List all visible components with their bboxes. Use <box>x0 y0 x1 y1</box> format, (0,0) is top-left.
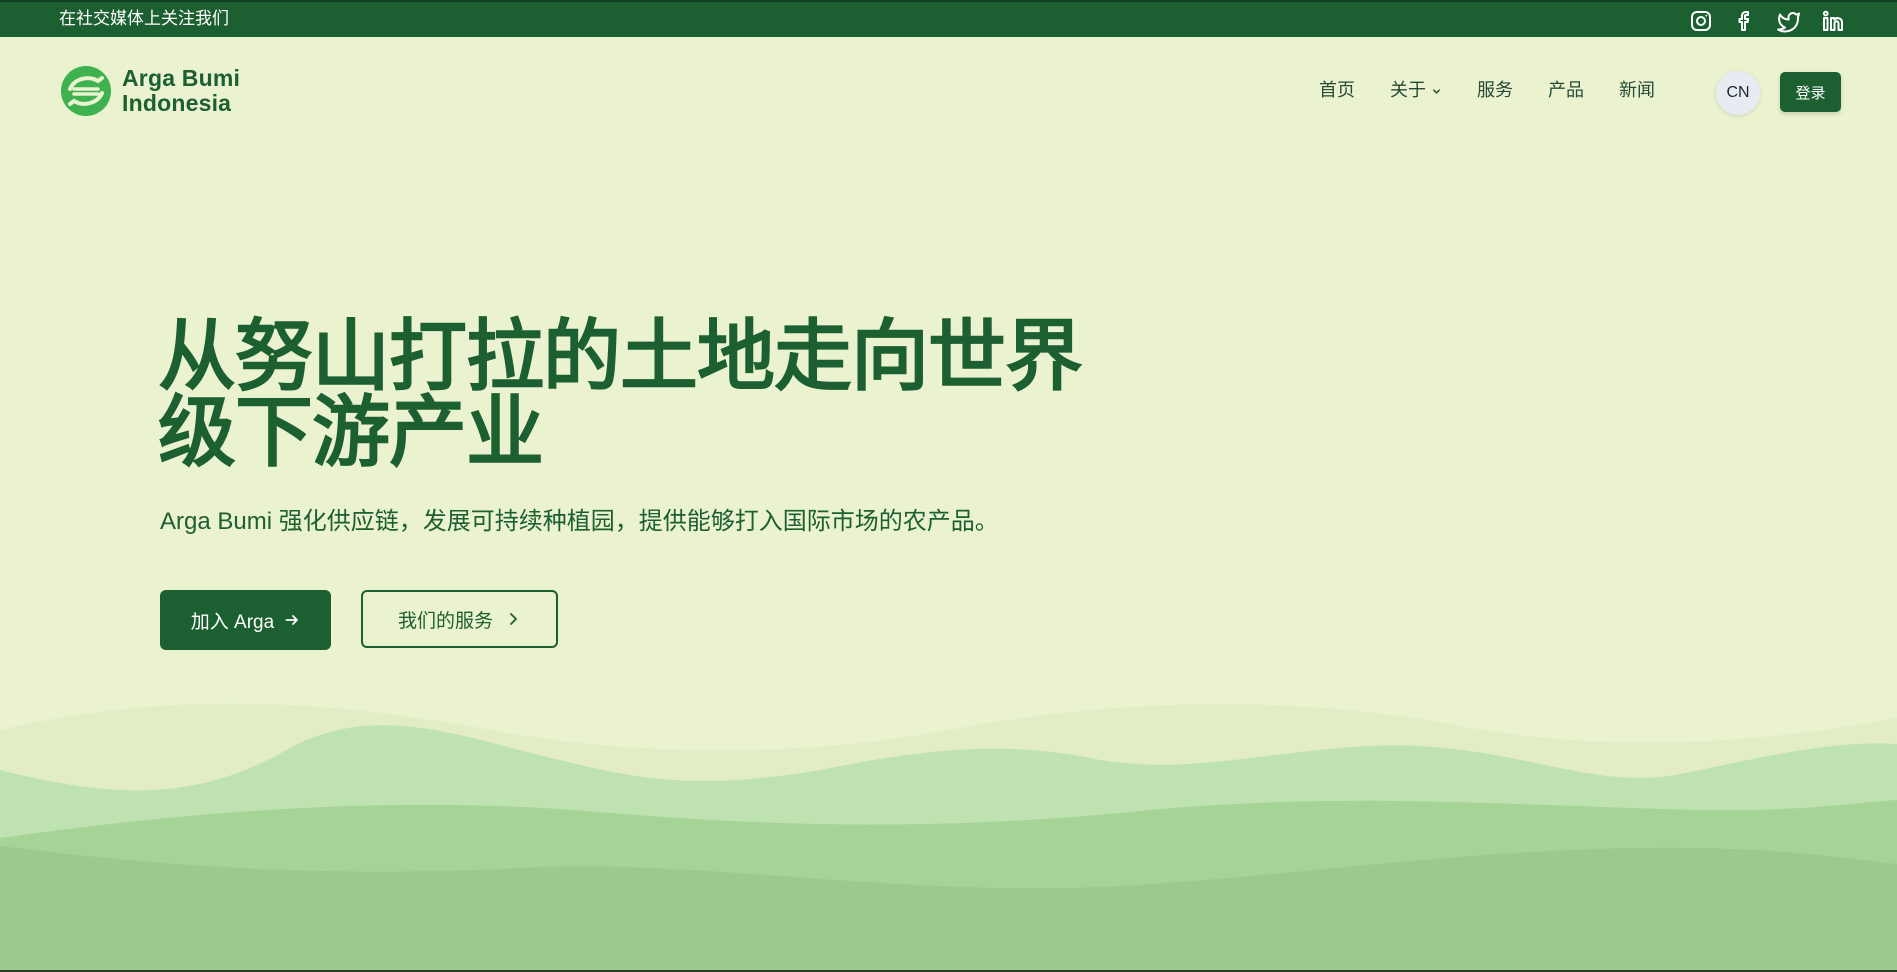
chevron-right-icon <box>510 613 517 625</box>
follow-us-text: 在社交媒体上关注我们 <box>59 9 229 29</box>
nav-item-home[interactable]: 首页 <box>1319 79 1355 101</box>
our-services-label: 我们的服务 <box>397 610 493 632</box>
logo-mark-icon <box>61 66 111 116</box>
our-services-button[interactable]: 我们的服务 <box>361 590 558 648</box>
decorative-waves <box>0 703 1897 972</box>
logo-line-2: Indonesia <box>122 90 232 116</box>
nav-item-label: 首页 <box>1319 80 1355 100</box>
nav-item-news[interactable]: 新闻 <box>1619 79 1655 101</box>
language-switcher[interactable]: CN <box>1716 71 1760 115</box>
linkedin-icon[interactable] <box>1821 9 1845 33</box>
main-nav: 首页 关于 服务 产品 新闻 <box>1319 79 1655 101</box>
logo-line-1: Arga Bumi <box>122 65 241 91</box>
join-arga-button[interactable]: 加入 Arga <box>160 590 331 650</box>
instagram-icon[interactable] <box>1689 9 1713 33</box>
nav-item-about[interactable]: 关于 <box>1390 79 1442 101</box>
nav-item-label: 新闻 <box>1619 80 1655 100</box>
chevron-down-icon <box>1433 89 1440 94</box>
nav-item-label: 关于 <box>1390 80 1426 100</box>
login-button[interactable]: 登录 <box>1780 72 1841 112</box>
logo[interactable]: Arga Bumi Indonesia <box>60 65 240 117</box>
join-arga-label: 加入 Arga <box>190 611 275 633</box>
site-header: Arga Bumi Indonesia 首页 关于 服务 产品 新闻 CN 登录 <box>0 37 1897 147</box>
nav-item-label: 产品 <box>1548 80 1584 100</box>
top-bar: 在社交媒体上关注我们 <box>0 0 1897 37</box>
nav-item-services[interactable]: 服务 <box>1477 79 1513 101</box>
social-links <box>1689 9 1845 33</box>
logo-text: Arga Bumi Indonesia <box>122 66 240 116</box>
hero-subtitle: Arga Bumi 强化供应链，发展可持续种植园，提供能够打入国际市场的农产品。 <box>160 508 999 535</box>
hero-title: 从努山打拉的土地走向世界级下游产业 <box>158 312 1083 476</box>
facebook-icon[interactable] <box>1733 9 1757 33</box>
nav-item-products[interactable]: 产品 <box>1548 79 1584 101</box>
nav-item-label: 服务 <box>1477 80 1513 100</box>
twitter-icon[interactable] <box>1777 9 1801 33</box>
arrow-right-icon <box>285 615 299 625</box>
